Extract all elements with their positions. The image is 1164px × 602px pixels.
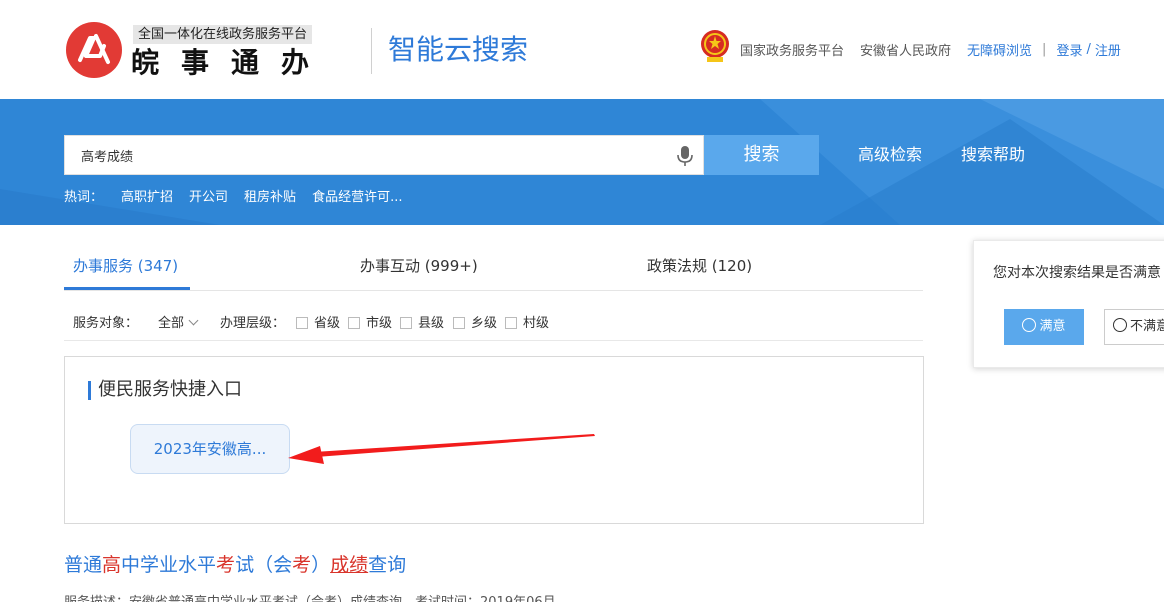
level-checkbox[interactable] bbox=[453, 317, 465, 329]
top-links: 国家政务服务平台 安徽省人民政府 无障碍浏览 | 登录 / 注册 bbox=[740, 38, 1121, 60]
result-description: 服务描述：安徽省普通高中学业水平考试（会考）成绩查询，考试时间：2019年06月 bbox=[64, 594, 556, 602]
advanced-search-link[interactable]: 高级检索 bbox=[858, 135, 922, 175]
hot-word-item[interactable]: 租房补贴 bbox=[244, 188, 296, 208]
register-link[interactable]: 注册 bbox=[1095, 40, 1121, 59]
level-checkbox[interactable] bbox=[296, 317, 308, 329]
search-box bbox=[64, 135, 704, 175]
hot-words-label: 热词： bbox=[64, 190, 104, 205]
search-band: 搜索 高级检索 搜索帮助 热词： 高职扩招 开公司 租房补贴 食品经营许可... bbox=[0, 99, 1164, 225]
tab-interaction[interactable]: 办事互动 (999+) bbox=[360, 256, 478, 276]
smile-icon bbox=[1022, 318, 1037, 332]
result-title-link[interactable]: 普通高中学业水平考试（会考）成绩查询 bbox=[64, 552, 406, 578]
province-gov-link[interactable]: 安徽省人民政府 bbox=[860, 40, 951, 59]
result-title-text: 普通 bbox=[64, 554, 103, 576]
result-tabs: 办事服务 (347) 办事互动 (999+) 政策法规 (120) bbox=[64, 240, 923, 291]
level-option-label: 村级 bbox=[523, 316, 550, 331]
hot-word-item[interactable]: 高职扩招 bbox=[121, 188, 173, 208]
red-arrow-annotation bbox=[288, 434, 595, 464]
link-slash: / bbox=[1086, 41, 1091, 57]
site-header: 全国一体化在线政务服务平台 皖事通办 智能云搜索 国家政务服务平台 安徽省人民政… bbox=[0, 0, 1164, 99]
tab-policies[interactable]: 政策法规 (120) bbox=[647, 256, 752, 276]
feedback-question: 您对本次搜索结果是否满意 bbox=[993, 265, 1161, 281]
chevron-down-icon bbox=[188, 315, 199, 326]
result-title-text: ） bbox=[311, 554, 331, 576]
quick-entry-card[interactable]: 2023年安徽高... bbox=[130, 424, 290, 474]
feedback-panel: 您对本次搜索结果是否满意 满意 不满意 bbox=[973, 240, 1164, 368]
active-tab-indicator bbox=[64, 287, 190, 290]
microphone-icon[interactable] bbox=[676, 145, 694, 167]
panel-title-bar bbox=[88, 381, 91, 400]
level-checkbox[interactable] bbox=[400, 317, 412, 329]
filter-bar: 服务对象： 全部 办理层级： 省级 市级 县级 乡级 村级 bbox=[64, 309, 923, 341]
accessible-browse-link[interactable]: 无障碍浏览 bbox=[967, 40, 1032, 59]
header-divider bbox=[371, 28, 372, 74]
level-option-label: 省级 bbox=[314, 316, 341, 331]
link-separator: | bbox=[1042, 41, 1047, 57]
search-help-link[interactable]: 搜索帮助 bbox=[961, 135, 1025, 175]
level-option-label: 市级 bbox=[366, 316, 393, 331]
brand-title[interactable]: 智能云搜索 bbox=[388, 31, 528, 69]
level-option-label: 县级 bbox=[418, 316, 445, 331]
level-option-label: 乡级 bbox=[471, 316, 498, 331]
result-title-text: 查询 bbox=[368, 554, 407, 576]
level-checkbox[interactable] bbox=[505, 317, 517, 329]
service-target-value: 全部 bbox=[158, 316, 185, 331]
unsatisfied-label: 不满意 bbox=[1130, 319, 1164, 334]
national-platform-link[interactable]: 国家政务服务平台 bbox=[740, 40, 844, 59]
logo-tagline: 全国一体化在线政务服务平台 bbox=[133, 25, 313, 44]
level-checkbox[interactable] bbox=[348, 317, 360, 329]
search-input[interactable] bbox=[65, 136, 665, 174]
logo-icon[interactable] bbox=[66, 22, 122, 78]
level-label: 办理层级： bbox=[220, 316, 286, 331]
login-link[interactable]: 登录 bbox=[1056, 40, 1082, 59]
result-title-highlight: 考 bbox=[216, 554, 236, 576]
logo-name[interactable]: 皖事通办 bbox=[131, 44, 331, 82]
tab-services[interactable]: 办事服务 (347) bbox=[73, 256, 178, 276]
unsatisfied-button[interactable]: 不满意 bbox=[1104, 309, 1164, 345]
satisfied-label: 满意 bbox=[1039, 319, 1066, 334]
hot-word-item[interactable]: 开公司 bbox=[189, 188, 228, 208]
hot-words: 热词： 高职扩招 开公司 租房补贴 食品经营许可... bbox=[64, 188, 418, 208]
result-title-highlight: 高 bbox=[102, 554, 122, 576]
panel-title: 便民服务快捷入口 bbox=[98, 379, 242, 400]
result-title-text: 试（会 bbox=[235, 554, 293, 576]
service-target-dropdown[interactable]: 全部 bbox=[158, 315, 199, 333]
service-target-label: 服务对象： bbox=[73, 316, 139, 331]
search-button[interactable]: 搜索 bbox=[704, 135, 819, 175]
result-title-highlight: 成绩 bbox=[330, 554, 369, 576]
result-title-highlight: 考 bbox=[292, 554, 312, 576]
hot-word-item[interactable]: 食品经营许可... bbox=[312, 188, 402, 208]
satisfied-button[interactable]: 满意 bbox=[1004, 309, 1084, 345]
national-emblem-icon bbox=[699, 28, 731, 64]
frown-icon bbox=[1113, 318, 1127, 332]
result-title-text: 中学业水平 bbox=[121, 554, 217, 576]
